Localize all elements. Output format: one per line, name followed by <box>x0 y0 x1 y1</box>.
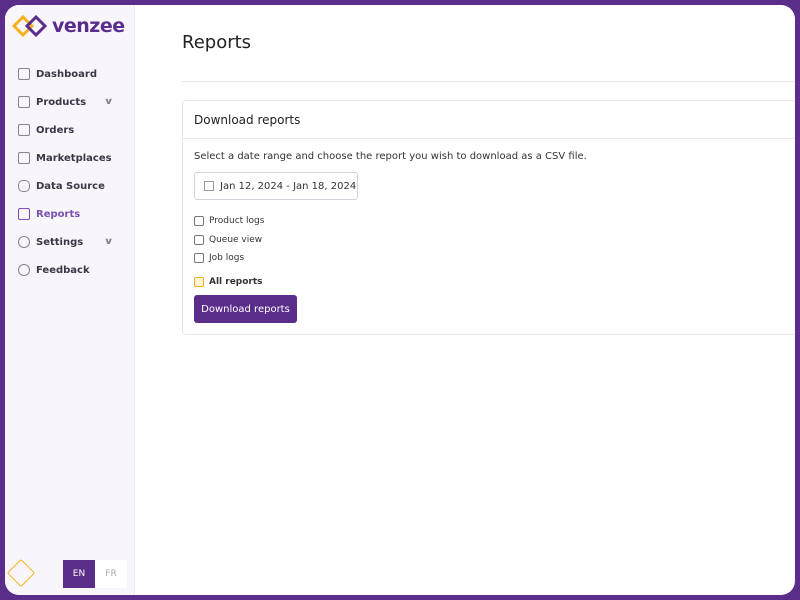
gear-icon <box>18 236 30 248</box>
database-icon <box>18 180 30 192</box>
venzee-logo-icon <box>12 15 48 37</box>
sidebar-item-feedback[interactable]: Feedback <box>5 256 135 284</box>
checkbox-queue-view[interactable]: Queue view <box>194 235 262 245</box>
sidebar-item-label: Dashboard <box>36 68 97 80</box>
language-switcher: EN FR <box>63 560 127 588</box>
date-range-value: Jan 12, 2024 - Jan 18, 2024 <box>220 180 357 192</box>
checkbox-box-checked[interactable] <box>194 277 204 287</box>
checkbox-product-logs[interactable]: Product logs <box>194 216 264 226</box>
sidebar-item-label: Orders <box>36 124 75 136</box>
chevron-down-icon[interactable]: ∨ <box>104 237 114 247</box>
logo-text: venzee <box>52 15 125 37</box>
sidebar-item-label: Reports <box>36 208 81 220</box>
app-window: venzee Dashboard Products ∨ Orders Market… <box>5 5 795 595</box>
sidebar-nav: Dashboard Products ∨ Orders Marketplaces … <box>5 60 135 284</box>
sidebar-item-dashboard[interactable]: Dashboard <box>5 60 135 88</box>
sidebar-item-products[interactable]: Products ∨ <box>5 88 135 116</box>
checkbox-all-reports[interactable]: All reports <box>194 277 263 287</box>
checkbox-label: Product logs <box>209 216 265 226</box>
sidebar-item-label: Settings <box>36 236 84 248</box>
card-description: Select a date range and choose the repor… <box>194 151 587 162</box>
lang-en-button[interactable]: EN <box>63 560 95 588</box>
checkbox-label: Queue view <box>209 235 263 245</box>
sidebar-item-label: Marketplaces <box>36 152 112 164</box>
calendar-icon <box>204 181 214 191</box>
sidebar-item-label: Data Source <box>36 180 105 192</box>
tray-icon <box>18 124 30 136</box>
checkbox-box[interactable] <box>194 216 204 226</box>
chevron-down-icon[interactable]: ∨ <box>104 97 114 107</box>
checkbox-box[interactable] <box>194 253 204 263</box>
sidebar-item-label: Feedback <box>36 264 90 276</box>
sidebar-item-settings[interactable]: Settings ∨ <box>5 228 135 256</box>
checkbox-label: Job logs <box>209 253 245 263</box>
sidebar-item-marketplaces[interactable]: Marketplaces <box>5 144 135 172</box>
sidebar-item-label: Products <box>36 96 87 108</box>
download-reports-button[interactable]: Download reports <box>194 295 297 323</box>
date-range-picker[interactable]: Jan 12, 2024 - Jan 18, 2024 <box>194 172 358 200</box>
card-title: Download reports <box>183 101 795 139</box>
grid-icon <box>18 68 30 80</box>
chat-icon <box>18 264 30 276</box>
store-icon <box>18 152 30 164</box>
checkbox-job-logs[interactable]: Job logs <box>194 253 244 263</box>
clipboard-icon <box>18 208 30 220</box>
divider <box>182 81 795 82</box>
sidebar-item-reports[interactable]: Reports <box>5 200 135 228</box>
page-title: Reports <box>182 32 252 53</box>
user-profile-icon[interactable] <box>6 558 36 588</box>
box-icon <box>18 96 30 108</box>
checkbox-box[interactable] <box>194 235 204 245</box>
sidebar: venzee Dashboard Products ∨ Orders Market… <box>5 5 135 595</box>
lang-fr-button[interactable]: FR <box>95 560 127 588</box>
sidebar-item-data-source[interactable]: Data Source <box>5 172 135 200</box>
checkbox-label: All reports <box>209 277 263 287</box>
logo[interactable]: venzee <box>12 15 125 37</box>
sidebar-item-orders[interactable]: Orders <box>5 116 135 144</box>
download-reports-card: Download reports Select a date range and… <box>182 100 795 335</box>
